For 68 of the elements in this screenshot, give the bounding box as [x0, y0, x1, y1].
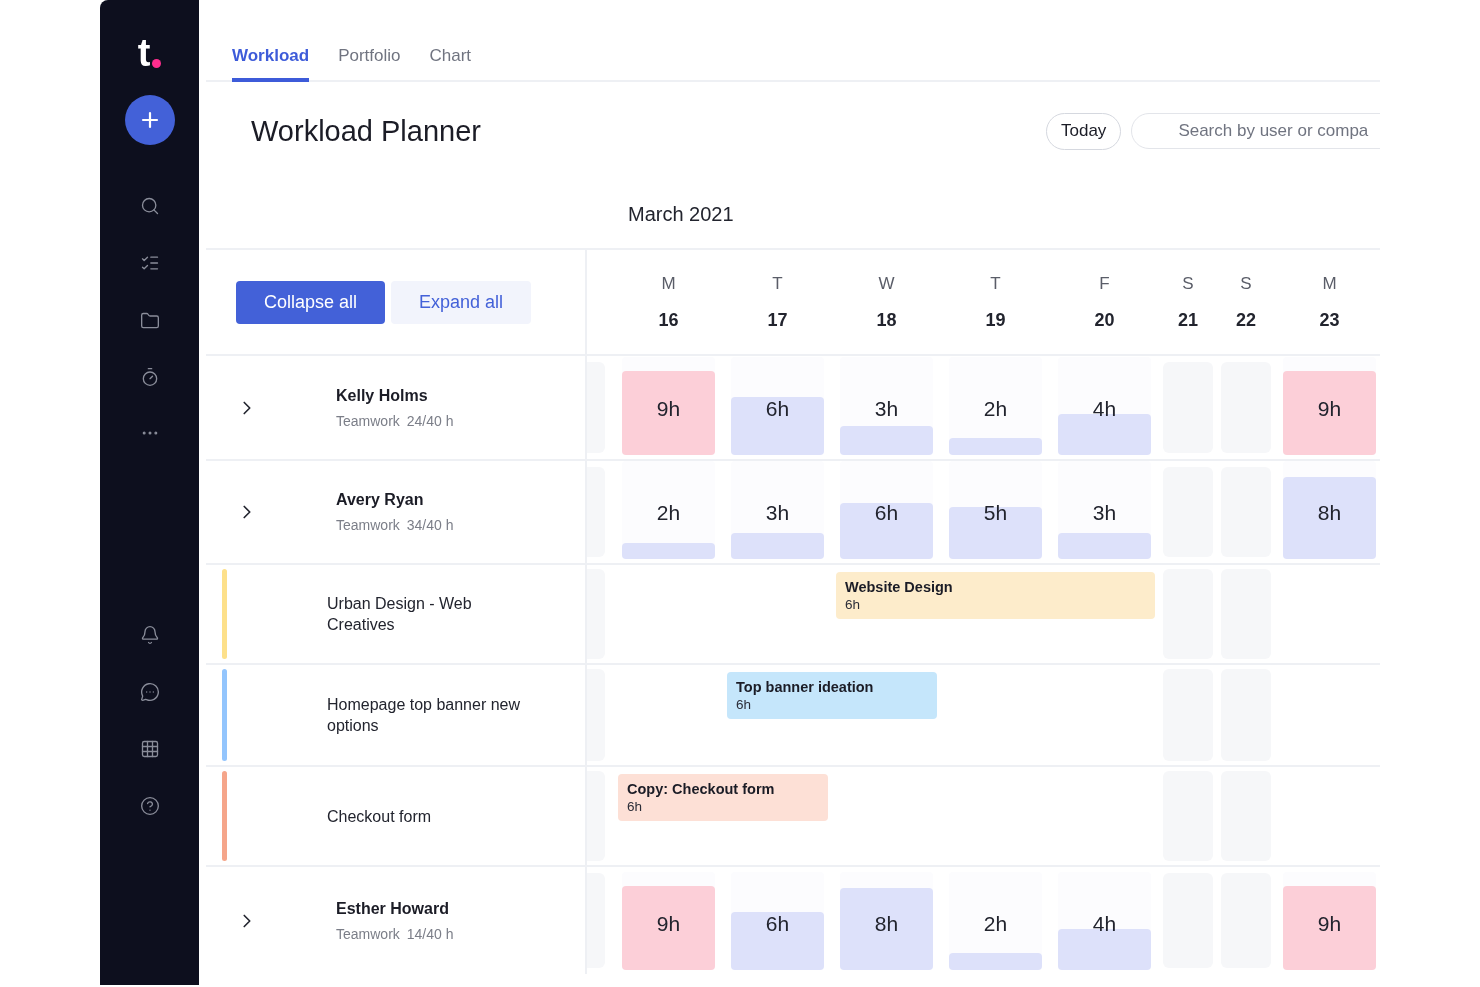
date-label: 19 — [985, 309, 1006, 331]
chat-icon[interactable] — [138, 681, 161, 703]
hours-label: 3h — [1092, 501, 1117, 525]
weekday-label: W — [878, 273, 895, 294]
task-bar[interactable]: Top banner ideation 6h — [727, 672, 937, 719]
task-title: Top banner ideation — [736, 679, 875, 695]
add-button[interactable] — [124, 95, 175, 145]
hours-label: 2h — [656, 501, 681, 525]
hours-label: 6h — [765, 912, 790, 936]
hours-label: 4h — [1092, 912, 1117, 936]
capacity-text: 24/40 h — [406, 412, 454, 429]
hours-label: 6h — [874, 501, 899, 525]
page-title: Workload Planner — [251, 114, 482, 148]
date-label: 23 — [1319, 309, 1340, 331]
hours-label: 4h — [1092, 397, 1117, 421]
date-label: 20 — [1094, 309, 1115, 331]
weekday-label: M — [661, 273, 676, 294]
hours-label: 8h — [874, 912, 899, 936]
tab[interactable]: Chart — [429, 46, 472, 82]
weekday-label: S — [1240, 273, 1252, 294]
view-button[interactable]: Expand all — [391, 280, 532, 324]
weekday-label: T — [990, 273, 1001, 294]
weekday-label: M — [1322, 273, 1337, 294]
tab[interactable]: Workload — [232, 46, 310, 82]
person-name: Esther Howard — [336, 899, 450, 918]
hours-label: 9h — [656, 397, 681, 421]
team-name: Teamwork — [336, 412, 400, 429]
person-name: Avery Ryan — [336, 491, 425, 509]
hours-label: 3h — [874, 397, 899, 421]
hours-label: 9h — [1317, 912, 1342, 936]
date-label: 21 — [1178, 309, 1198, 331]
view-button[interactable]: Collapse all — [236, 280, 386, 324]
hours-label: 9h — [1317, 397, 1342, 421]
task-hours: 6h — [627, 799, 644, 814]
hours-label: 6h — [765, 397, 790, 421]
month-label: March 2021 — [628, 202, 734, 226]
person-name: Kelly Holms — [336, 386, 429, 405]
task-bar[interactable]: Copy: Checkout form 6h — [618, 774, 828, 821]
task-bar[interactable]: Website Design 6h — [836, 572, 1155, 619]
date-label: 16 — [658, 309, 679, 331]
date-label: 18 — [876, 309, 897, 331]
weekday-label: T — [772, 273, 783, 294]
weekday-label: S — [1182, 273, 1194, 294]
logo[interactable]: t — [137, 30, 162, 72]
weekday-label: F — [1099, 273, 1110, 294]
date-label: 17 — [767, 309, 788, 331]
team-name: Teamwork — [336, 925, 400, 942]
search-field[interactable]: Search by user or compa — [1131, 113, 1380, 149]
hours-label: 2h — [983, 912, 1008, 936]
team-name: Teamwork — [336, 517, 400, 533]
task-hours: 6h — [845, 597, 862, 612]
hours-label: 9h — [656, 912, 681, 936]
today-button[interactable]: Today — [1046, 112, 1122, 150]
project-name: Checkout form — [327, 806, 433, 827]
hours-label: 8h — [1317, 501, 1342, 525]
project-name: Homepage top banner new options — [327, 695, 522, 736]
help-icon[interactable] — [138, 795, 161, 817]
capacity-text: 14/40 h — [406, 925, 454, 942]
task-title: Website Design — [845, 579, 954, 595]
task-hours: 6h — [736, 697, 753, 712]
hours-label: 3h — [765, 501, 790, 525]
tab[interactable]: Portfolio — [338, 46, 401, 82]
hours-label: 2h — [983, 397, 1008, 421]
capacity-text: 34/40 h — [406, 517, 454, 533]
date-label: 22 — [1236, 309, 1256, 331]
hours-label: 5h — [983, 501, 1008, 525]
task-title: Copy: Checkout form — [627, 781, 776, 797]
project-name: Urban Design - Web Creatives — [327, 594, 473, 635]
